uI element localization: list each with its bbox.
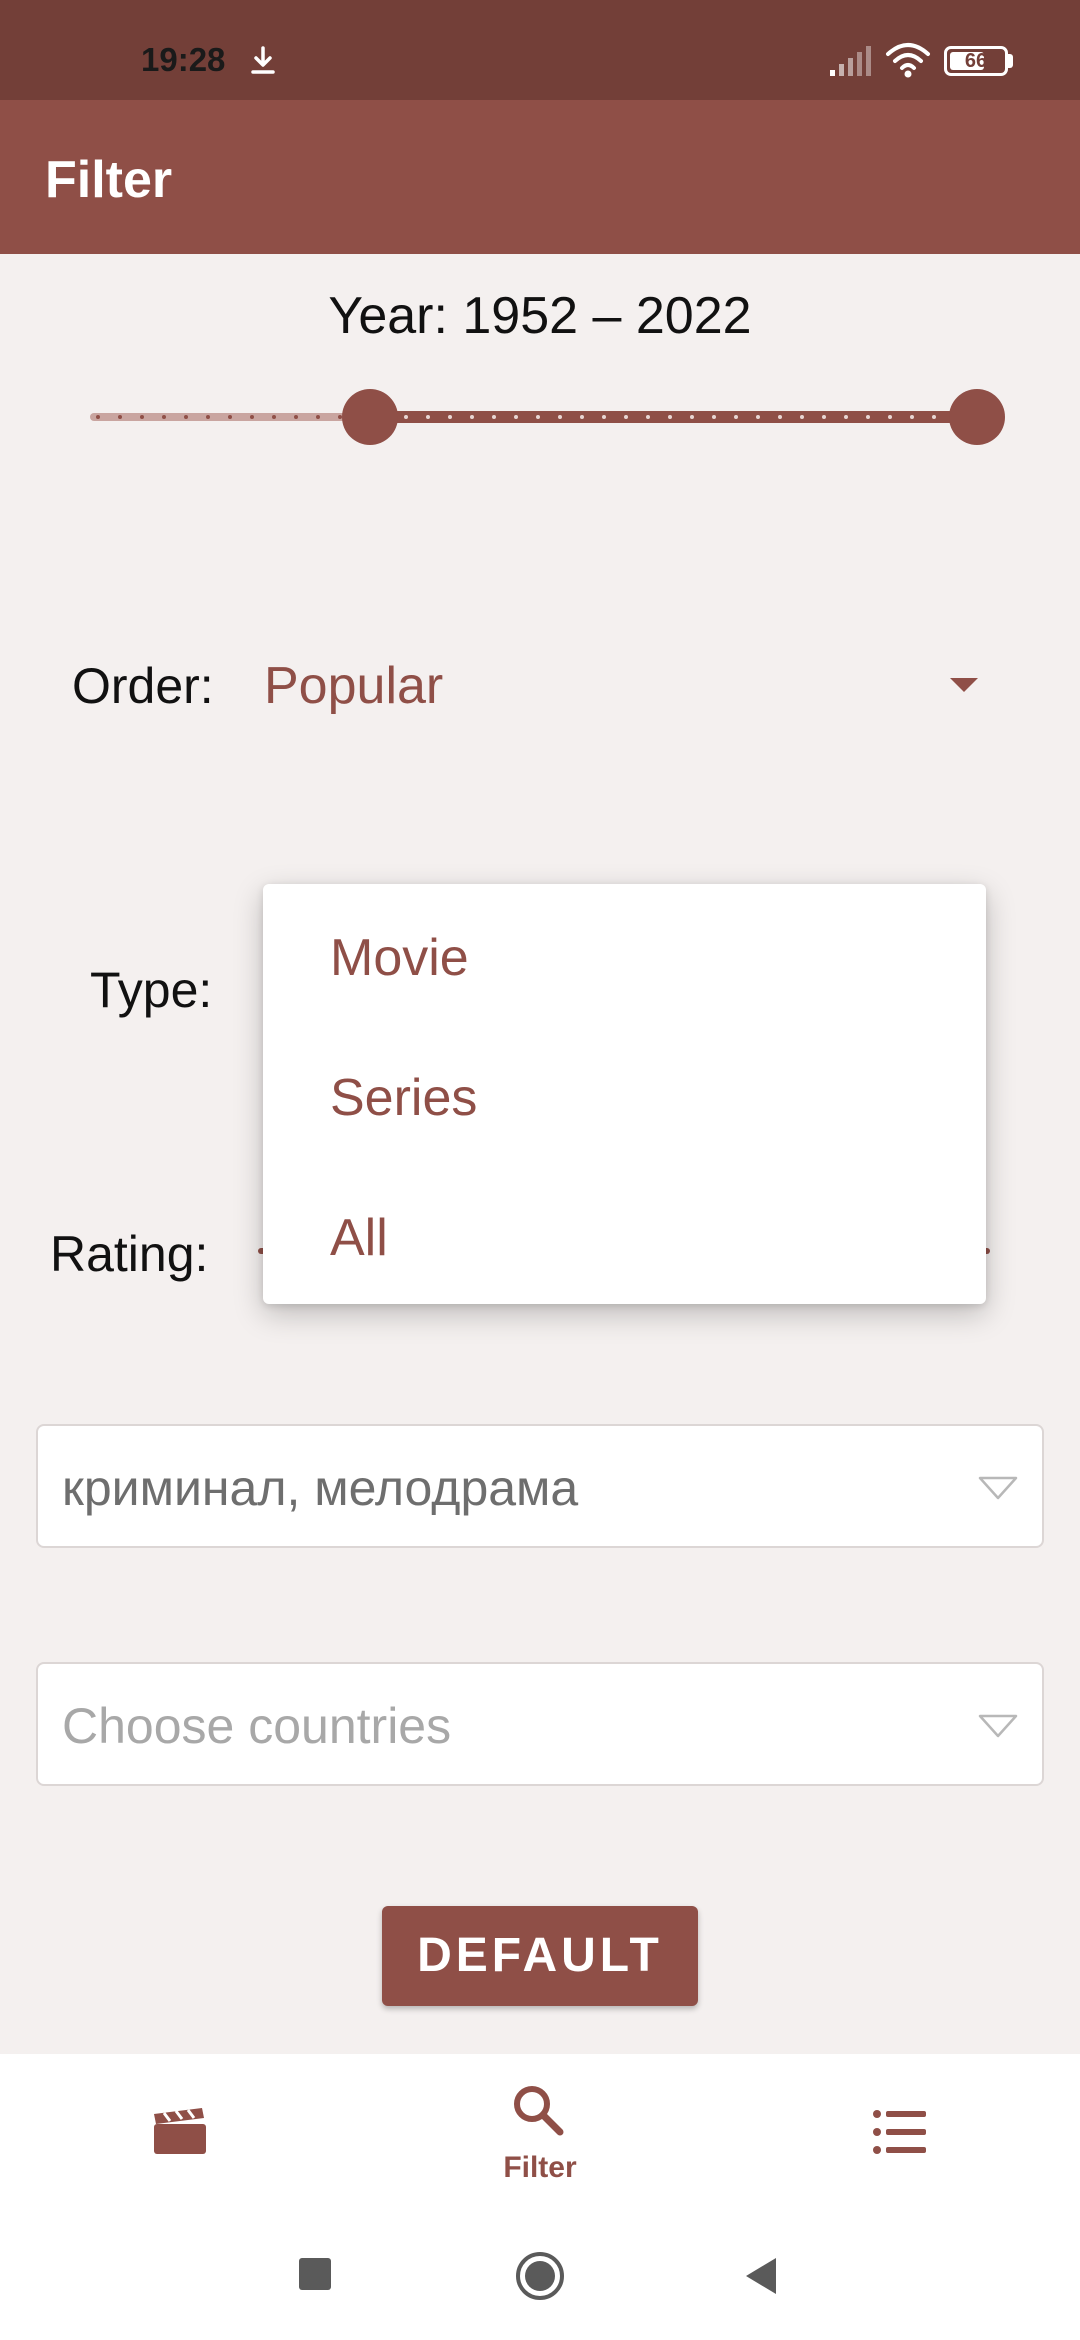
- slider-tick: [96, 415, 100, 419]
- order-select[interactable]: Popular: [264, 656, 443, 716]
- slider-tick: [668, 415, 672, 419]
- slider-tick: [624, 415, 628, 419]
- type-option-movie[interactable]: Movie: [330, 928, 950, 988]
- slider-tick: [778, 415, 782, 419]
- slider-tick: [206, 415, 210, 419]
- slider-tick: [140, 415, 144, 419]
- chevron-down-icon: [978, 1476, 1018, 1500]
- search-icon[interactable]: [510, 2082, 566, 2138]
- slider-tick: [866, 415, 870, 419]
- movie-clapper-icon[interactable]: [150, 2106, 210, 2156]
- slider-tick: [448, 415, 452, 419]
- slider-tick: [118, 415, 122, 419]
- genres-select[interactable]: криминал, мелодрама: [36, 1424, 1044, 1548]
- slider-tick: [602, 415, 606, 419]
- slider-tick: [272, 415, 276, 419]
- status-time: 19:28: [141, 41, 226, 78]
- year-slider-end-thumb[interactable]: [949, 389, 1005, 445]
- slider-tick: [822, 415, 826, 419]
- slider-tick: [734, 415, 738, 419]
- year-slider-start-thumb[interactable]: [342, 389, 398, 445]
- back-icon[interactable]: [742, 2256, 780, 2296]
- wifi-icon: [886, 43, 930, 78]
- home-icon[interactable]: [514, 2250, 566, 2302]
- slider-tick: [514, 415, 518, 419]
- slider-tick: [316, 415, 320, 419]
- slider-tick: [536, 415, 540, 419]
- slider-tick: [294, 415, 298, 419]
- page-title: Filter: [45, 151, 173, 209]
- slider-tick: [404, 415, 408, 419]
- default-button[interactable]: DEFAULT: [382, 1906, 698, 2006]
- countries-select[interactable]: Choose countries: [36, 1662, 1044, 1786]
- countries-placeholder: Choose countries: [62, 1698, 452, 1754]
- rating-label: Rating:: [50, 1226, 209, 1282]
- slider-tick: [470, 415, 474, 419]
- slider-tick: [228, 415, 232, 419]
- type-option-all[interactable]: All: [330, 1208, 950, 1268]
- order-label: Order:: [72, 658, 214, 714]
- slider-tick: [932, 415, 936, 419]
- slider-tick: [844, 415, 848, 419]
- signal-icon: [830, 46, 871, 76]
- slider-tick: [756, 415, 760, 419]
- type-option-series[interactable]: Series: [330, 1068, 950, 1128]
- slider-tick: [646, 415, 650, 419]
- slider-tick: [690, 415, 694, 419]
- chevron-down-icon[interactable]: [950, 678, 978, 692]
- battery-tip: [1008, 54, 1013, 68]
- slider-tick: [426, 415, 430, 419]
- slider-tick: [910, 415, 914, 419]
- slider-tick: [888, 415, 892, 419]
- type-dropdown-menu: Movie Series All: [263, 884, 986, 1304]
- battery-icon: 66: [944, 46, 1008, 76]
- list-icon[interactable]: [872, 2108, 928, 2156]
- year-range-label: Year: 1952 – 2022: [328, 287, 752, 345]
- nav-item-filter-label[interactable]: Filter: [440, 2150, 640, 2186]
- slider-tick: [492, 415, 496, 419]
- slider-tick: [580, 415, 584, 419]
- download-icon: [251, 46, 275, 74]
- slider-tick: [558, 415, 562, 419]
- recent-apps-icon[interactable]: [299, 2258, 331, 2290]
- year-slider-track-active[interactable]: [370, 411, 978, 423]
- slider-tick: [184, 415, 188, 419]
- battery-level: 66: [964, 50, 988, 72]
- slider-tick: [712, 415, 716, 419]
- type-label: Type:: [90, 962, 213, 1018]
- slider-tick: [800, 415, 804, 419]
- genres-value: криминал, мелодрама: [62, 1460, 579, 1516]
- slider-tick: [162, 415, 166, 419]
- chevron-down-icon: [978, 1714, 1018, 1738]
- slider-tick: [250, 415, 254, 419]
